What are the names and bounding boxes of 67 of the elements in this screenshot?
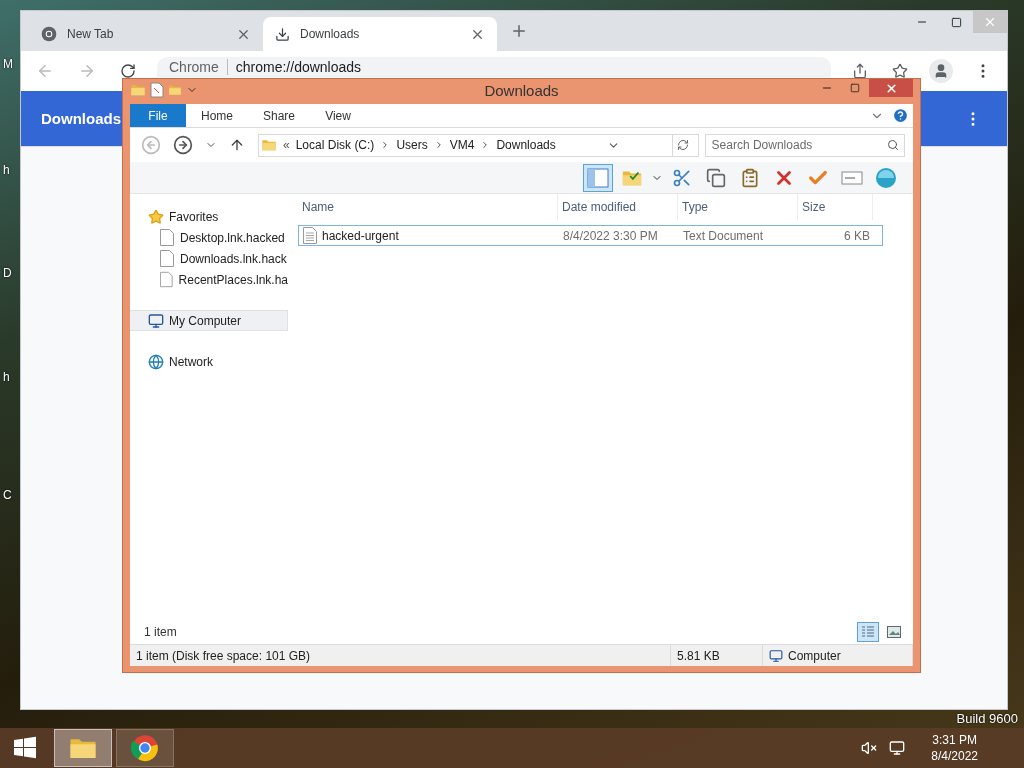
help-icon (892, 107, 909, 124)
star-icon (148, 208, 164, 225)
copy-icon (706, 167, 726, 188)
clock[interactable]: 3:31 PM 8/4/2022 (931, 732, 978, 764)
nav-item[interactable]: RecentPlaces.lnk.ha (130, 269, 288, 290)
text-file-icon (303, 227, 317, 244)
maximize-icon[interactable] (850, 83, 860, 93)
status-location: Computer (763, 645, 913, 666)
clipboard-icon (740, 167, 760, 188)
rename-icon (841, 169, 863, 186)
scissors-icon (672, 167, 692, 188)
folder-icon (130, 82, 146, 98)
nav-item[interactable]: Network (130, 351, 288, 372)
preview-pane-icon (587, 167, 609, 188)
page-icon (150, 82, 164, 98)
status-text: 1 item (Disk free space: 101 GB) (130, 645, 671, 666)
item-count: 1 item (144, 625, 177, 639)
file-menu-button[interactable]: File (130, 104, 186, 127)
address-bar[interactable]: « Local Disk (C:) Users VM4 Downloads (258, 133, 699, 157)
desktop-icon-label: h (3, 163, 10, 177)
desktop-icon-label: C (3, 488, 12, 502)
browser-tab[interactable]: Downloads (263, 17, 497, 51)
toolbar-button[interactable] (583, 163, 613, 192)
ring-logo-icon (41, 26, 57, 42)
file-icon (160, 250, 174, 267)
refresh-icon[interactable] (677, 139, 690, 151)
search-icon[interactable] (887, 138, 899, 151)
nav-item[interactable]: Downloads.lnk.hack (130, 248, 288, 269)
address-bar[interactable]: Chrome chrome://downloads (157, 57, 831, 77)
nav-item[interactable]: My Computer (130, 310, 288, 331)
status-size: 5.81 KB (671, 645, 763, 666)
desktop-icon-label: h (3, 370, 10, 384)
muted-speaker-icon[interactable] (861, 740, 878, 756)
search-field[interactable]: Search Downloads (704, 133, 905, 157)
page-title: Downloads (41, 110, 121, 127)
monitor-icon (769, 648, 783, 663)
monitor-icon (148, 312, 164, 329)
ribbon-tab[interactable]: View (310, 104, 367, 127)
file-icon (160, 271, 173, 288)
folder-icon (168, 83, 182, 97)
file-row[interactable]: hacked-urgent 8/4/2022 3:30 PM Text Document 6 KB (298, 225, 883, 246)
file-icon (160, 229, 174, 246)
download-icon (275, 26, 290, 42)
maximize-icon[interactable] (950, 16, 962, 28)
date-cell-text: 8/4/2022 3:30 PM (562, 228, 659, 243)
size-cell-text: 6 KB (843, 228, 871, 243)
nav-item[interactable]: Desktop.lnk.hacked (130, 227, 288, 248)
desktop-icon-label: M (3, 57, 13, 71)
desktop-icon-label: D (3, 266, 12, 280)
close-button[interactable] (869, 79, 913, 97)
column-header[interactable]: Size (798, 194, 873, 220)
ribbon-tab[interactable]: Home (186, 104, 248, 127)
browser-tab[interactable]: New Tab (29, 17, 263, 51)
build-text: Build 9600 (956, 711, 1018, 726)
type-cell-text: Text Document (682, 228, 765, 243)
close-icon[interactable] (884, 81, 898, 95)
column-header[interactable]: Type (678, 194, 798, 220)
windows-logo-icon[interactable] (13, 736, 37, 760)
nav-item[interactable]: Favorites (130, 206, 288, 227)
taskbar-app[interactable] (116, 729, 174, 767)
file-name: hacked-urgent (299, 227, 559, 244)
folder-icon (261, 137, 277, 153)
ribbon-tab[interactable]: Share (248, 104, 311, 127)
column-header[interactable]: Date modified (558, 194, 678, 220)
column-header[interactable]: Name (298, 194, 558, 220)
ring-logo-icon (131, 734, 159, 762)
window-title: Downloads (483, 81, 560, 99)
